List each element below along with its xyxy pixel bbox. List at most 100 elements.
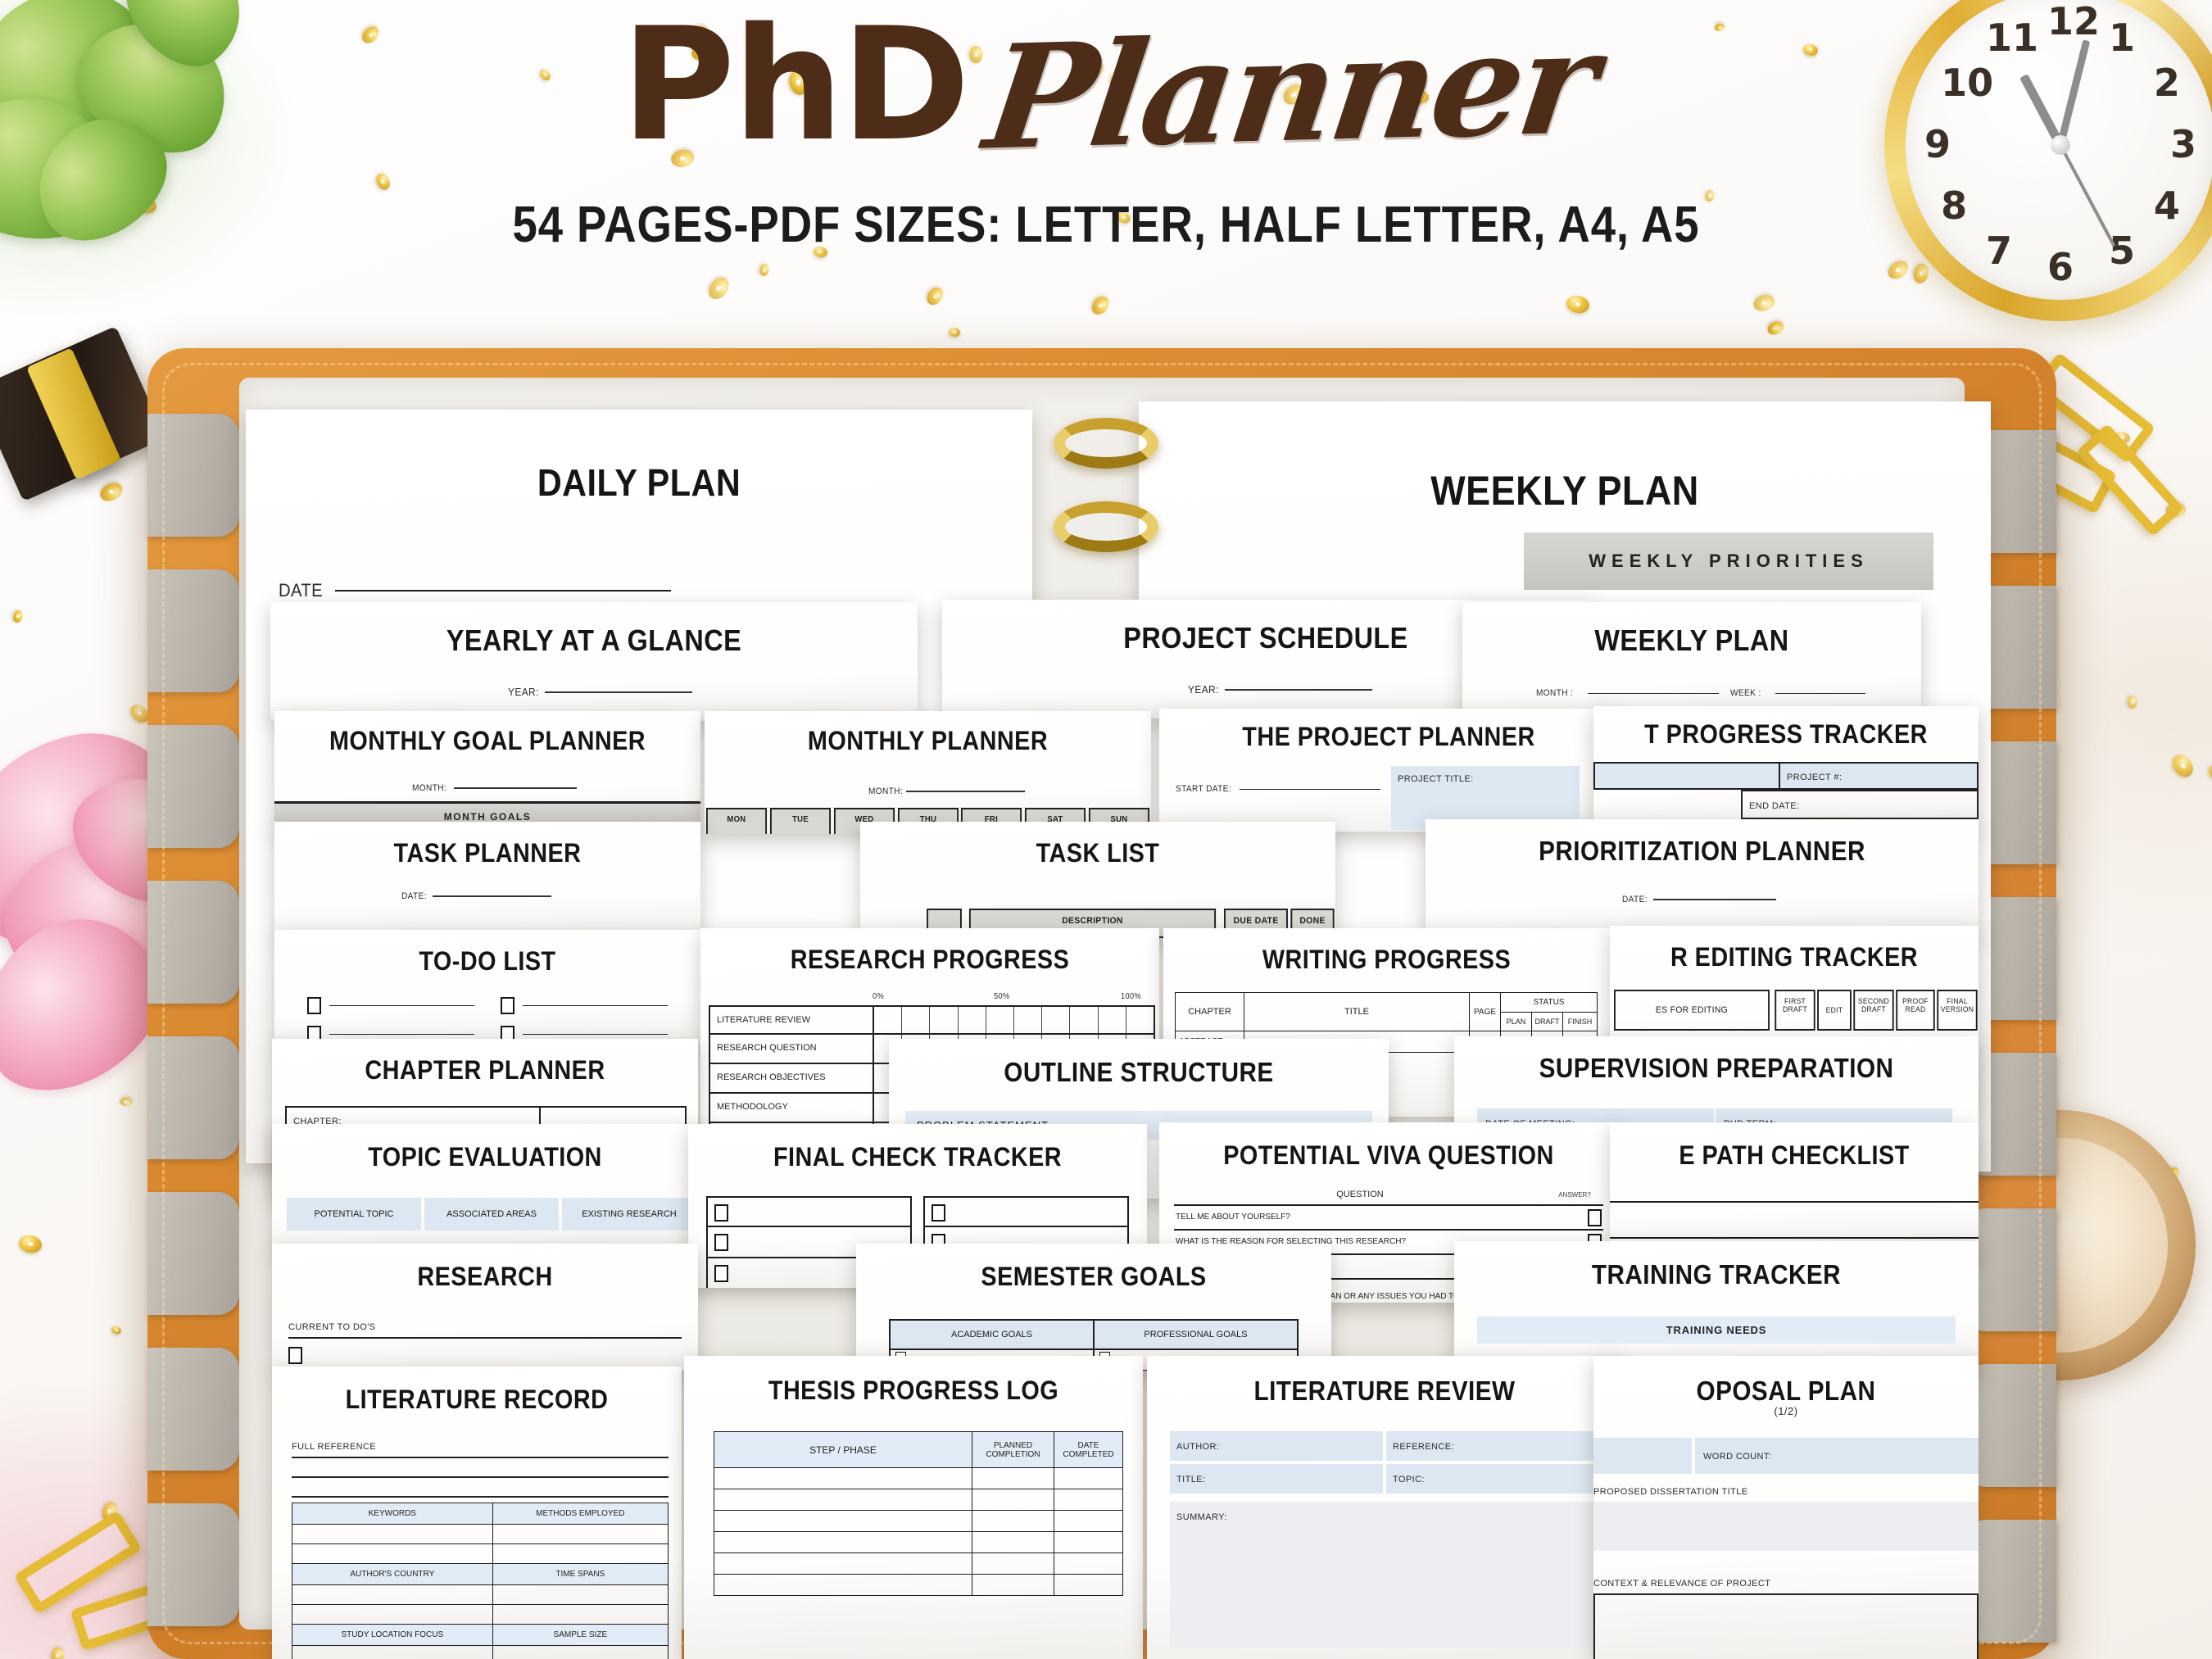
tpl-row-5-completed[interactable] — [1054, 1552, 1123, 1575]
page-thesis-progress-log[interactable]: THESIS PROGRESS LOG STEP / PHASE PLANNED… — [684, 1356, 1143, 1659]
to-do-line-1[interactable] — [329, 1005, 474, 1006]
tpl-row-4-step[interactable] — [714, 1531, 972, 1553]
tpl-row-3-completed[interactable] — [1054, 1510, 1123, 1532]
final-check-checkbox[interactable] — [931, 1204, 945, 1222]
monthly-planner-col-mon[interactable]: MON — [705, 808, 767, 834]
literature-record-data-cell[interactable] — [292, 1645, 493, 1659]
literature-record-ref-line-3[interactable] — [292, 1496, 669, 1498]
research-progress-scale-cell[interactable] — [902, 1007, 931, 1033]
literature-record-data-row[interactable] — [292, 1604, 669, 1625]
tpl-row-3-step[interactable] — [714, 1510, 972, 1532]
yearly-year-input[interactable] — [545, 691, 693, 693]
lit-review-title-cell[interactable]: TITLE: — [1170, 1464, 1383, 1494]
page-to-do-list[interactable]: TO-DO LIST — [274, 930, 700, 1045]
tpl-row-2-completed[interactable] — [1054, 1489, 1123, 1511]
progress-tracker-blank-cell[interactable] — [1593, 762, 1780, 790]
literature-record-data-cell[interactable] — [292, 1524, 493, 1544]
tpl-row-5-step[interactable] — [714, 1552, 972, 1575]
weekly-tile-week-input[interactable] — [1775, 692, 1866, 694]
career-path-line-1[interactable] — [1610, 1201, 1979, 1203]
page-semester-goals[interactable]: SEMESTER GOALS ACADEMIC GOALS PROFESSION… — [856, 1244, 1331, 1371]
career-path-line-2[interactable] — [1610, 1237, 1979, 1239]
proposal-plan-context-box[interactable] — [1593, 1593, 1979, 1659]
tpl-row-6-completed[interactable] — [1054, 1574, 1123, 1596]
literature-record-table[interactable]: KEYWORDS METHODS EMPLOYED AUTHOR'S COUNTRY… — [292, 1503, 669, 1659]
research-progress-row[interactable]: LITERATURE REVIEW — [709, 1005, 1155, 1035]
final-check-checkbox[interactable] — [714, 1265, 728, 1282]
page-literature-record[interactable]: LITERATURE RECORD FULL REFERENCE KEYWORD… — [272, 1367, 682, 1659]
task-planner-date-input[interactable] — [432, 895, 551, 897]
monthly-planner-month-input[interactable] — [905, 791, 1025, 792]
to-do-line-2[interactable] — [523, 1005, 668, 1006]
weekly-tile-month-input[interactable] — [1588, 692, 1720, 694]
research-progress-scale-cell[interactable] — [1014, 1007, 1043, 1033]
tpl-row-4-planned[interactable] — [972, 1531, 1054, 1553]
viva-answer-checkbox[interactable] — [1588, 1208, 1602, 1226]
page-task-planner[interactable]: TASK PLANNER DATE: — [274, 822, 700, 936]
monthly-goal-month-input[interactable] — [453, 787, 577, 789]
to-do-line-4[interactable] — [523, 1034, 668, 1035]
research-checkbox-1[interactable] — [288, 1347, 302, 1364]
literature-record-data-cell[interactable] — [492, 1543, 669, 1564]
final-check-row[interactable] — [923, 1196, 1129, 1227]
to-do-checkbox-1[interactable] — [307, 997, 321, 1014]
proposal-plan-blank-cell[interactable] — [1593, 1438, 1692, 1474]
literature-record-data-row[interactable] — [292, 1645, 669, 1659]
lit-review-summary-box[interactable]: SUMMARY: — [1170, 1502, 1599, 1648]
tpl-row-5-planned[interactable] — [972, 1552, 1054, 1575]
tpl-row-1-completed[interactable] — [1054, 1467, 1123, 1489]
literature-record-data-cell[interactable] — [292, 1584, 493, 1605]
research-progress-scale-cell[interactable] — [1070, 1007, 1099, 1033]
literature-record-data-row[interactable] — [292, 1543, 669, 1564]
project-planner-start-date-input[interactable] — [1239, 788, 1380, 790]
to-do-checkbox-2[interactable] — [501, 997, 514, 1014]
monthly-planner-col-tue[interactable]: TUE — [769, 808, 831, 834]
proposal-plan-word-count-cell[interactable]: WORD COUNT: — [1695, 1438, 1979, 1474]
final-check-row[interactable] — [706, 1196, 912, 1227]
literature-record-ref-line-2[interactable] — [292, 1476, 669, 1478]
page-weekly-plan-tile[interactable]: WEEKLY PLAN MONTH : WEEK : — [1462, 602, 1921, 721]
page-literature-review[interactable]: LITERATURE REVIEW AUTHOR: REFERENCE: TIT… — [1147, 1356, 1622, 1659]
tpl-row-2-planned[interactable] — [972, 1489, 1054, 1511]
page-career-path-checklist[interactable]: E PATH CHECKLIST — [1610, 1122, 1979, 1253]
lit-review-topic-cell[interactable]: TOPIC: — [1386, 1464, 1599, 1494]
final-check-checkbox[interactable] — [714, 1234, 728, 1251]
tpl-row-6-step[interactable] — [714, 1574, 972, 1596]
literature-record-data-cell[interactable] — [492, 1524, 669, 1544]
page-topic-evaluation[interactable]: TOPIC EVALUATION POTENTIAL TOPIC ASSOCIA… — [272, 1124, 698, 1251]
research-progress-scale-cell[interactable] — [1042, 1007, 1071, 1033]
tpl-row-4-completed[interactable] — [1054, 1531, 1123, 1553]
research-progress-scale-cell[interactable] — [986, 1007, 1015, 1033]
literature-record-data-row[interactable] — [292, 1524, 669, 1544]
viva-question-row[interactable]: TELL ME ABOUT YOURSELF? — [1174, 1204, 1603, 1229]
page-proposal-plan[interactable]: OPOSAL PLAN (1/2) WORD COUNT: PROPOSED D… — [1593, 1356, 1979, 1659]
page-prioritization-planner[interactable]: PRIORITIZATION PLANNER DATE: — [1426, 819, 1979, 938]
page-task-list[interactable]: TASK LIST DESCRIPTION DUE DATE DONE — [860, 822, 1335, 938]
research-progress-scale-cell[interactable] — [874, 1007, 903, 1033]
page-training-tracker[interactable]: TRAINING TRACKER TRAINING NEEDS — [1454, 1241, 1979, 1372]
tpl-row-1-step[interactable] — [714, 1467, 972, 1489]
research-progress-scale-cell[interactable] — [1099, 1007, 1126, 1033]
prioritization-date-input[interactable] — [1652, 899, 1776, 900]
page-research[interactable]: RESEARCH CURRENT TO DO'S — [272, 1244, 698, 1371]
final-check-checkbox[interactable] — [714, 1204, 728, 1222]
literature-record-data-cell[interactable] — [292, 1604, 493, 1625]
proposal-plan-dissertation-title-box[interactable] — [1593, 1502, 1979, 1551]
page-monthly-goal-planner[interactable]: MONTHLY GOAL PLANNER MONTH: MONTH GOALS — [274, 711, 700, 830]
thesis-progress-log-table[interactable]: STEP / PHASE PLANNED COMPLETION DATE COM… — [714, 1431, 1123, 1596]
literature-record-data-cell[interactable] — [492, 1645, 669, 1659]
project-schedule-year-input[interactable] — [1225, 688, 1373, 691]
literature-record-data-cell[interactable] — [492, 1604, 669, 1625]
research-progress-scale-cell[interactable] — [1126, 1007, 1154, 1033]
lit-review-author-cell[interactable]: AUTHOR: — [1170, 1431, 1383, 1461]
tpl-row-1-planned[interactable] — [972, 1467, 1054, 1489]
page-yearly-at-a-glance[interactable]: YEARLY AT A GLANCE YEAR: — [270, 602, 918, 721]
tpl-row-3-planned[interactable] — [972, 1510, 1054, 1532]
to-do-line-3[interactable] — [329, 1034, 474, 1035]
page-monthly-planner[interactable]: MONTHLY PLANNER MONTH: MON TUE WED THU FRI SA… — [705, 711, 1151, 834]
tpl-row-2-step[interactable] — [714, 1489, 972, 1511]
research-progress-scale-cell[interactable] — [930, 1007, 959, 1033]
literature-record-ref-line-1[interactable] — [292, 1457, 669, 1458]
research-progress-scale-cell[interactable] — [959, 1007, 986, 1033]
progress-tracker-project-number-cell[interactable]: PROJECT #: — [1780, 762, 1979, 790]
